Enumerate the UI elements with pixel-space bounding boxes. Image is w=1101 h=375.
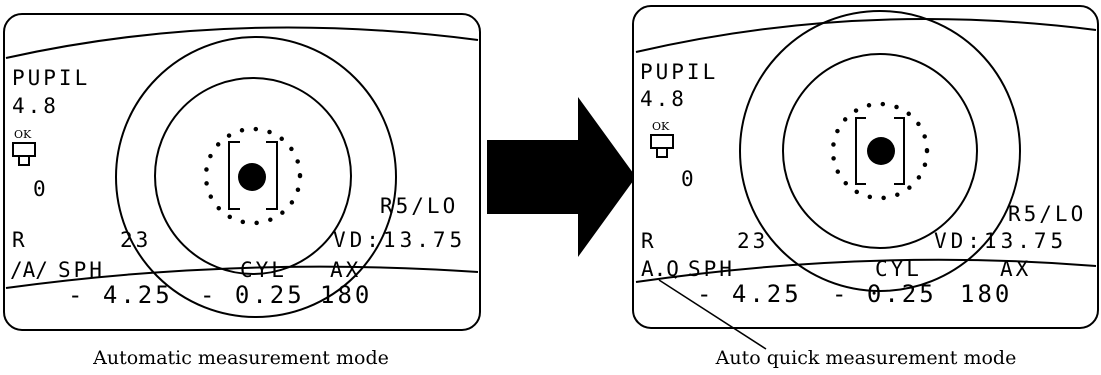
program-label: R5/LO xyxy=(380,194,458,218)
pupil-label: PUPIL xyxy=(12,66,90,90)
mode-indicator: A.Q xyxy=(641,257,679,281)
cyl-label: CYL xyxy=(240,258,287,282)
sph-value: - 4.25 xyxy=(68,281,173,309)
eye-value: 23 xyxy=(737,229,768,253)
pupil-value: 4.8 xyxy=(640,87,687,111)
eye-label: R xyxy=(641,229,654,253)
pupil-value: 4.8 xyxy=(12,94,59,118)
panel-auto-quick: PUPIL 4.8 OK 0 R5/LO R 23 VD:13.75 A.Q S… xyxy=(632,5,1099,369)
sph-label: SPH xyxy=(58,258,105,282)
panel-caption: Auto quick measurement mode xyxy=(715,347,1017,369)
ok-label: OK xyxy=(652,120,670,133)
pupil-dot xyxy=(867,137,895,165)
panel-caption: Automatic measurement mode xyxy=(92,347,389,369)
cyl-value: - 0.25 xyxy=(200,281,305,309)
panel-automatic: PUPIL 4.8 OK 0 R5/LO R 23 VD:13.75 /A/ S… xyxy=(3,13,481,369)
pupil-label: PUPIL xyxy=(640,60,718,84)
program-label: R5/LO xyxy=(1008,202,1086,226)
ax-label: AX xyxy=(330,258,361,282)
cyl-value: - 0.25 xyxy=(832,280,937,308)
ax-value: 180 xyxy=(320,281,372,309)
ax-label: AX xyxy=(1000,257,1031,281)
sph-value: - 4.25 xyxy=(697,280,802,308)
measurement-mode-diagram: PUPIL 4.8 OK 0 R5/LO R 23 VD:13.75 /A/ S… xyxy=(3,5,1099,369)
sph-label: SPH xyxy=(688,257,735,281)
eye-label: R xyxy=(12,228,25,252)
vertex-distance: VD:13.75 xyxy=(333,228,466,252)
eye-value: 23 xyxy=(120,228,151,252)
mode-indicator: /A/ xyxy=(10,258,48,282)
pupil-dot xyxy=(238,163,266,191)
vertex-distance: VD:13.75 xyxy=(934,229,1067,253)
cyl-label: CYL xyxy=(875,257,922,281)
measurement-count: 0 xyxy=(33,177,46,201)
ok-label: OK xyxy=(14,128,32,141)
ax-value: 180 xyxy=(960,280,1012,308)
measurement-count: 0 xyxy=(681,167,694,191)
transition-arrow-icon xyxy=(487,97,636,257)
